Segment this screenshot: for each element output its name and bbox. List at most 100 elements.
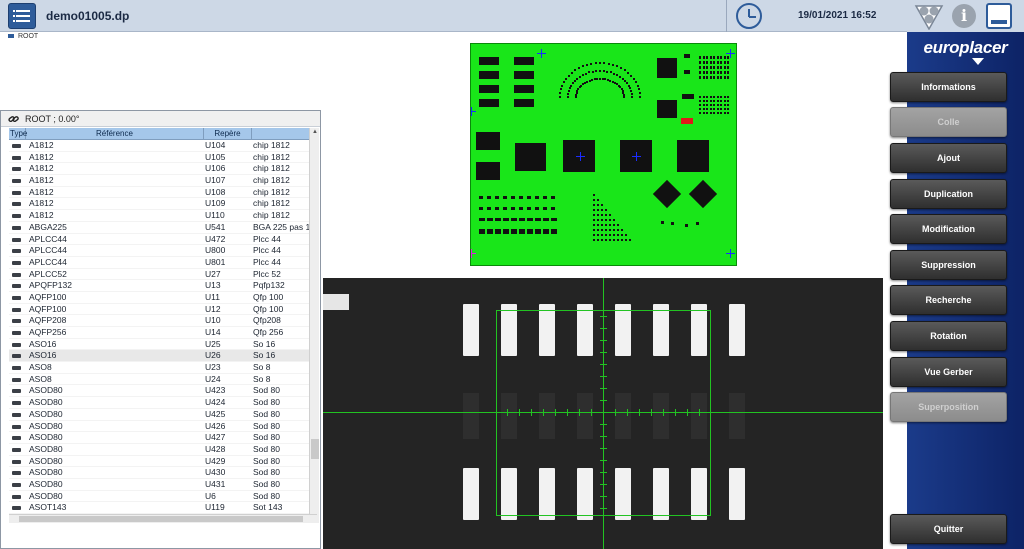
cell-repere: U106 [205,163,226,174]
screen-icon[interactable] [986,3,1012,29]
camera-view[interactable] [323,278,883,549]
grid-header: Type Référence Repère [9,128,309,140]
table-row[interactable]: ASOT143 U119 Sot 143 [9,502,309,514]
table-row[interactable]: AQFP100 U12 Qfp 100 [9,304,309,316]
sidebar-button-vue-gerber[interactable]: Vue Gerber [890,357,1007,387]
table-row[interactable]: ASO16 U25 So 16 [9,339,309,351]
scroll-thumb[interactable] [311,439,319,459]
pcb-pad [698,150,701,153]
pcb-pad [597,204,599,206]
table-row[interactable]: AQFP256 U14 Qfp 256 [9,327,309,339]
pcb-pad [487,229,493,234]
table-row[interactable]: ASOD80 U425 Sod 80 [9,409,309,421]
pcb-pad [596,78,599,81]
sidebar-button-rotation[interactable]: Rotation [890,321,1007,351]
table-row[interactable]: ASOD80 U6 Sod 80 [9,491,309,503]
table-row[interactable]: ASOD80 U424 Sod 80 [9,397,309,409]
table-row[interactable]: ASO16 U26 So 16 [9,350,309,363]
fiducial-marker-icon[interactable] [537,49,546,58]
sidebar-button-ajout[interactable]: Ajout [890,143,1007,173]
fiducial-marker-icon[interactable] [726,249,735,258]
sidebar-button-modification[interactable]: Modification [890,214,1007,244]
pcb-pad [567,90,570,93]
col-header-type[interactable]: Type [9,128,27,140]
col-header-footprint[interactable] [252,128,309,140]
pcb-pad [632,77,635,80]
sidebar-button-recherche[interactable]: Recherche [890,285,1007,315]
table-row[interactable]: ASO8 U23 So 8 [9,362,309,374]
crosshair-tick [600,472,607,473]
pcb-pad [706,66,708,69]
table-row[interactable]: A1812 U107 chip 1812 [9,175,309,187]
cell-reference: APLCC44 [29,256,67,267]
table-row[interactable]: A1812 U106 chip 1812 [9,163,309,176]
cell-repere: U425 [205,408,226,419]
pcb-pad [599,62,601,64]
table-row[interactable]: AQFP100 U11 Qfp 100 [9,292,309,304]
fiducial-marker-icon[interactable] [632,152,641,161]
pcb-pad [661,221,664,224]
pcb-pad [709,61,712,64]
table-row[interactable]: ASOD80 U430 Sod 80 [9,467,309,479]
table-row[interactable]: ASOD80 U423 Sod 80 [9,385,309,398]
col-header-repere[interactable]: Repère [204,128,252,140]
scroll-up-icon[interactable]: ▲ [311,128,319,136]
table-row[interactable]: APQFP132 U13 Pqfp132 [9,280,309,292]
sidebar-button-suppression[interactable]: Suppression [890,250,1007,280]
component-type-icon [12,175,26,187]
pcb-pad [535,207,539,210]
pcb-board[interactable] [470,43,737,266]
pcb-pad [601,209,603,211]
pcb-pad [602,70,605,73]
sidebar-button-duplication[interactable]: Duplication [890,179,1007,209]
tree-root-node[interactable]: ROOT [8,33,38,40]
menu-list-icon[interactable] [8,3,36,29]
table-row[interactable]: A1812 U110 chip 1812 [9,210,309,222]
pcb-pad [511,207,515,210]
pcb-pad [605,234,607,236]
table-row[interactable]: ABGA225 U541 BGA 225 pas 1 [9,222,309,234]
fiducial-marker-icon[interactable] [576,152,585,161]
table-row[interactable]: ASOD80 U427 Sod 80 [9,432,309,444]
table-row[interactable]: AQFP208 U10 Qfp208 [9,315,309,327]
fiducial-marker-icon[interactable] [471,249,476,258]
file-title: demo01005.dp [46,9,130,23]
component-type-icon [12,187,26,199]
pcb-pad [527,196,531,199]
quit-button[interactable]: Quitter [890,514,1007,544]
table-row[interactable]: A1812 U109 chip 1812 [9,198,309,211]
table-row[interactable]: ASOD80 U426 Sod 80 [9,421,309,433]
table-row[interactable]: APLCC44 U801 Plcc 44 [9,257,309,269]
table-row[interactable]: APLCC52 U27 Plcc 52 [9,269,309,281]
pcb-pad [678,146,680,149]
pcb-pad [519,218,525,221]
fiducial-marker-icon[interactable] [471,107,476,116]
cell-repere: U107 [205,175,226,186]
info-icon[interactable]: i [952,4,976,28]
pcb-pad [727,104,729,106]
cell-footprint: BGA 225 pas 1 [253,221,309,232]
fiducial-marker-icon[interactable] [726,49,735,58]
pcb-pad [575,91,578,94]
table-row[interactable]: A1812 U104 chip 1812 [9,140,309,152]
pcb-pad [591,70,594,73]
pcb-pad [701,167,704,170]
table-row[interactable]: ASOD80 U428 Sod 80 [9,444,309,456]
horizontal-scrollbar[interactable] [9,514,317,523]
pcb-pad [595,70,598,73]
hscroll-thumb[interactable] [19,516,303,522]
table-row[interactable]: APLCC44 U472 Plcc 44 [9,234,309,246]
table-row[interactable]: A1812 U108 chip 1812 [9,187,309,199]
sidebar-button-informations[interactable]: Informations [890,72,1007,102]
cell-repere: U26 [205,350,221,361]
table-row[interactable]: ASO8 U24 So 8 [9,374,309,386]
table-row[interactable]: A1812 U105 chip 1812 [9,152,309,164]
col-header-reference[interactable]: Référence [26,128,204,140]
crosshair-tick [600,388,607,389]
clock-icon[interactable] [736,3,762,29]
table-row[interactable]: APLCC44 U800 Plcc 44 [9,245,309,257]
table-row[interactable]: ASOD80 U431 Sod 80 [9,479,309,491]
table-row[interactable]: ASOD80 U429 Sod 80 [9,456,309,468]
pcb-pad [698,143,701,146]
vertical-scrollbar[interactable]: ▲ ▼ [309,128,319,523]
